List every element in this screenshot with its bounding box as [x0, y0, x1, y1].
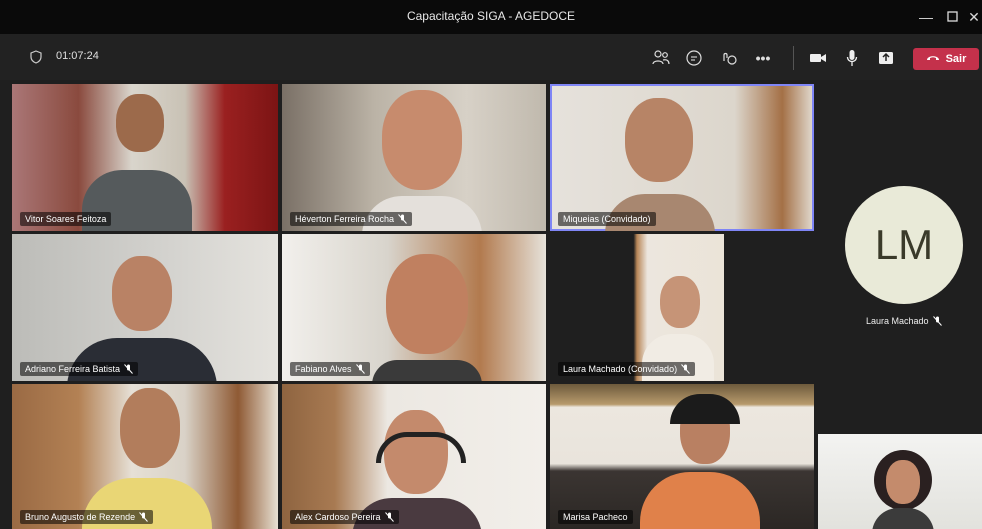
- leave-button[interactable]: Sair: [913, 48, 979, 70]
- muted-mic-icon: [398, 214, 407, 224]
- muted-mic-icon: [355, 364, 365, 374]
- participant-name-tag: Marisa Pacheco: [558, 510, 633, 524]
- participant-name-tag: Miqueias (Convidado): [558, 212, 656, 226]
- participant-name-tag: Héverton Ferreira Rocha: [290, 212, 413, 226]
- meeting-toolbar: 01:07:24 ••• Sair: [0, 34, 982, 80]
- meeting-timer: 01:07:24: [56, 50, 99, 62]
- microphone-icon[interactable]: [840, 46, 864, 70]
- avatar[interactable]: LM: [845, 186, 963, 304]
- participant-name-tag: Bruno Augusto de Rezende: [20, 510, 154, 524]
- video-tile[interactable]: Vitor Soares Feitoza: [12, 84, 278, 231]
- video-tile[interactable]: Miqueias (Convidado): [550, 84, 814, 231]
- participant-name-tag: Laura Machado (Convidado): [558, 362, 696, 376]
- muted-mic-icon: [124, 364, 133, 374]
- video-tile[interactable]: Héverton Ferreira Rocha: [282, 84, 546, 231]
- minimize-icon[interactable]: —: [916, 8, 936, 26]
- participant-name-tag: Alex Cardoso Pereira: [290, 510, 399, 524]
- participant-name-tag: Fabiano Alves: [290, 362, 370, 376]
- muted-mic-icon: [384, 512, 394, 522]
- share-icon[interactable]: [874, 46, 898, 70]
- video-tile[interactable]: Laura Machado (Convidado): [550, 234, 724, 381]
- chat-icon[interactable]: [682, 46, 706, 70]
- video-tile[interactable]: Alex Cardoso Pereira: [282, 384, 546, 529]
- leave-label: Sair: [945, 53, 967, 65]
- reactions-icon[interactable]: [717, 46, 741, 70]
- video-tile[interactable]: Adriano Ferreira Batista: [12, 234, 278, 381]
- muted-mic-icon: [932, 316, 942, 326]
- muted-mic-icon: [681, 364, 690, 374]
- muted-mic-icon: [139, 512, 148, 522]
- participant-name-tag: Laura Machado: [866, 316, 942, 326]
- title-bar: Capacitação SIGA - AGEDOCE — ✕: [0, 0, 982, 34]
- participant-name-tag: Vitor Soares Feitoza: [20, 212, 112, 226]
- close-icon[interactable]: ✕: [964, 8, 982, 26]
- video-tile[interactable]: Bruno Augusto de Rezende: [12, 384, 278, 529]
- window-title: Capacitação SIGA - AGEDOCE: [406, 9, 576, 23]
- camera-icon[interactable]: [806, 46, 830, 70]
- people-icon[interactable]: [649, 46, 673, 70]
- phone-icon: [926, 53, 940, 65]
- shield-icon: [30, 50, 42, 69]
- video-tile[interactable]: Marisa Pacheco: [550, 384, 814, 529]
- video-grid: Vitor Soares Feitoza Héverton Ferreira R…: [0, 80, 982, 529]
- toolbar-separator: [793, 46, 794, 70]
- maximize-icon[interactable]: [942, 8, 962, 26]
- more-icon[interactable]: •••: [751, 46, 775, 70]
- self-view-tile[interactable]: [818, 434, 982, 529]
- video-tile[interactable]: Fabiano Alves: [282, 234, 546, 381]
- participant-name-tag: Adriano Ferreira Batista: [20, 362, 139, 376]
